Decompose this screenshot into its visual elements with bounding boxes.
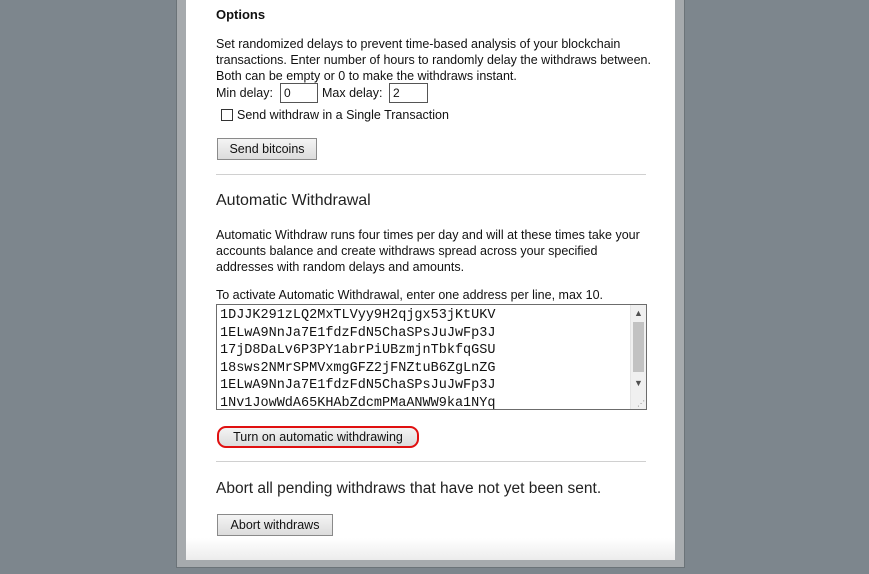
single-transaction-label: Send withdraw in a Single Transaction — [237, 108, 449, 122]
turn-on-automatic-withdrawing-button[interactable]: Turn on automatic withdrawing — [217, 426, 419, 448]
send-bitcoins-button[interactable]: Send bitcoins — [217, 138, 317, 160]
abort-description: Abort all pending withdraws that have no… — [216, 480, 602, 497]
automatic-withdrawal-instruction: To activate Automatic Withdrawal, enter … — [216, 288, 603, 302]
resize-grip-icon[interactable]: ⋰ — [637, 400, 645, 408]
max-delay-label: Max delay: — [322, 86, 383, 100]
max-delay-input[interactable]: 2 — [389, 83, 428, 103]
automatic-withdrawal-title: Automatic Withdrawal — [216, 192, 371, 209]
address-line: 1ELwA9NnJa7E1fdzFdN5ChaSPsJuJwFp3J — [220, 325, 496, 341]
scroll-up-icon[interactable]: ▲ — [631, 305, 646, 321]
scrollbar-thumb[interactable] — [633, 322, 644, 372]
address-line: 18sws2NMrSPMVxmgGFZ2jFNZtuB6ZgLnZG — [220, 360, 496, 376]
address-line: 17jD8DaLv6P3PY1abrPiUBzmjnTbkfqGSU — [220, 343, 496, 358]
content-panel: Options Set randomized delays to prevent… — [186, 0, 675, 560]
abort-withdraws-button[interactable]: Abort withdraws — [217, 514, 333, 536]
divider-2 — [216, 461, 646, 462]
min-delay-input[interactable]: 0 — [280, 83, 318, 103]
address-line: 1Nv1JowWdA65KHAbZdcmPMaANWW9ka1NYq — [220, 395, 496, 410]
page-frame: Options Set randomized delays to prevent… — [176, 0, 685, 568]
address-line: 1ELwA9NnJa7E1fdzFdN5ChaSPsJuJwFp3J — [220, 378, 496, 393]
address-textarea[interactable]: 1DJJK291zLQ2MxTLVyy9H2qjgx53jKtUKV 1ELwA… — [216, 304, 647, 410]
scroll-down-icon[interactable]: ▼ — [631, 375, 646, 391]
options-description: Set randomized delays to prevent time-ba… — [216, 37, 651, 83]
options-title: Options — [216, 7, 266, 22]
automatic-withdrawal-description: Automatic Withdraw runs four times per d… — [216, 228, 640, 274]
divider-1 — [216, 174, 646, 175]
single-transaction-checkbox[interactable] — [221, 109, 233, 121]
min-delay-label: Min delay: — [216, 86, 273, 100]
textarea-scrollbar[interactable]: ▲ ▼ ⋰ — [630, 305, 646, 409]
address-line: 1DJJK291zLQ2MxTLVyy9H2qjgx53jKtUKV — [220, 308, 496, 323]
